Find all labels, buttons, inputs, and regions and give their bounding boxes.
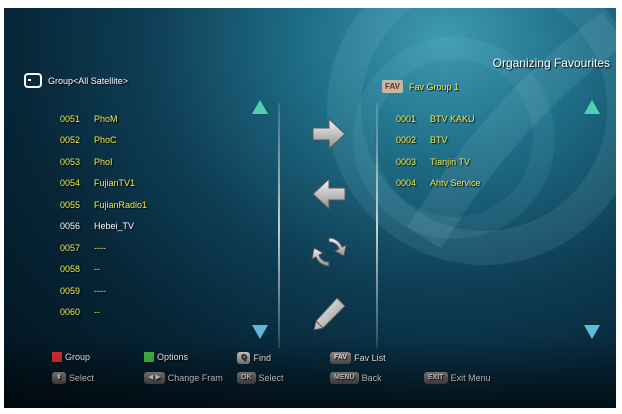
channel-number: 0001 — [396, 113, 417, 124]
arrow-left-icon[interactable] — [309, 174, 349, 214]
footer-exit: EXIT Exit Menu — [424, 372, 491, 384]
right-scroll-up-icon[interactable] — [584, 100, 600, 114]
fav-badge: FAV — [382, 80, 403, 93]
channel-number: 0053 — [60, 156, 81, 167]
channel-item[interactable]: 0058 -- — [60, 259, 147, 281]
tv-icon — [24, 73, 42, 88]
channel-item[interactable]: 0060 -- — [60, 302, 147, 324]
left-divider — [278, 103, 280, 348]
tv-screen: Organizing Favourites Group<All Satellit… — [4, 8, 616, 408]
channel-number: 0052 — [60, 135, 81, 146]
footer-change-frame: ◀ ▶ Change Fram — [144, 372, 223, 384]
channel-name: -- — [94, 264, 100, 275]
channel-name: BTV KAKU — [430, 113, 475, 124]
channel-name: PhoC — [94, 135, 117, 146]
page-title: Organizing Favourites — [492, 56, 610, 70]
footer-find-label: Find — [253, 353, 271, 363]
red-key-icon — [52, 352, 62, 362]
channel-number: 0060 — [60, 307, 81, 318]
footer-select: ⬍ Select — [52, 372, 94, 384]
footer-fav-label: Fav List — [354, 353, 386, 363]
right-divider — [376, 103, 378, 348]
channel-name: BTV — [430, 135, 448, 146]
channel-number: 0004 — [396, 178, 417, 189]
arrow-right-icon[interactable] — [309, 114, 349, 154]
channel-item-selected[interactable]: 0056 Hebei_TV — [60, 216, 147, 238]
menu-key-icon: MENU — [330, 372, 359, 384]
footer-group: Group — [52, 352, 90, 362]
channel-number: 0058 — [60, 264, 81, 275]
channel-number: 0054 — [60, 178, 81, 189]
footer-find: Q Find — [237, 352, 271, 364]
channel-number: 0055 — [60, 199, 81, 210]
left-scroll-up-icon[interactable] — [252, 100, 268, 114]
channel-name: ---- — [94, 285, 106, 296]
channel-item[interactable]: 0054 FujianTV1 — [60, 173, 147, 195]
channel-number: 0056 — [60, 221, 81, 232]
channel-number: 0059 — [60, 285, 81, 296]
right-scroll-down-icon[interactable] — [584, 325, 600, 339]
footer-back-label: Back — [361, 373, 382, 383]
exit-key-icon: EXIT — [424, 372, 448, 384]
left-scroll-down-icon[interactable] — [252, 325, 268, 339]
footer-ok-label: Select — [258, 373, 284, 383]
pencil-icon[interactable] — [309, 294, 349, 334]
footer-change-frame-label: Change Fram — [167, 373, 223, 383]
channel-number: 0002 — [396, 135, 417, 146]
leftright-key-icon: ◀ ▶ — [144, 372, 165, 384]
channel-name: -- — [94, 307, 100, 318]
channel-name: Ahtv Service — [430, 178, 481, 189]
channel-item[interactable]: 0053 PhoI — [60, 151, 147, 173]
green-key-icon — [144, 352, 154, 362]
channel-number: 0057 — [60, 242, 81, 253]
fav-group-header[interactable]: FAV Fav Group 1 — [382, 80, 459, 93]
channel-number: 0051 — [60, 113, 81, 124]
group-header[interactable]: Group<All Satellite> — [24, 73, 128, 88]
group-label: Group<All Satellite> — [48, 75, 129, 86]
fav-key-icon: FAV — [330, 352, 352, 364]
fav-group-label: Fav Group 1 — [408, 81, 459, 92]
channel-item[interactable]: 0059 ---- — [60, 280, 147, 302]
footer-options-label: Options — [157, 352, 189, 362]
footer-options: Options — [144, 352, 188, 362]
channel-name: PhoM — [94, 113, 118, 124]
footer-exit-label: Exit Menu — [450, 373, 491, 383]
footer-fav: FAV Fav List — [330, 352, 386, 364]
channel-item[interactable]: 0051 PhoM — [60, 108, 147, 130]
fav-channel-item[interactable]: 0003 Tianjin TV — [396, 151, 481, 173]
all-channels-list: 0051 PhoM 0052 PhoC 0053 PhoI 0054 FujianTV1… — [60, 108, 147, 323]
channel-name: Tianjin TV — [430, 156, 471, 167]
fav-channel-item[interactable]: 0001 BTV KAKU — [396, 108, 481, 130]
channel-name: PhoI — [94, 156, 113, 167]
fav-channel-item[interactable]: 0002 BTV — [396, 130, 481, 152]
footer-group-label: Group — [65, 352, 91, 362]
channel-item[interactable]: 0055 FujianRadio1 — [60, 194, 147, 216]
channel-name: Hebei_TV — [94, 221, 135, 232]
ok-key-icon: OK — [237, 372, 256, 384]
footer-ok: OK Select — [237, 372, 284, 384]
channel-item[interactable]: 0057 ---- — [60, 237, 147, 259]
footer-select-label: Select — [68, 373, 94, 383]
refresh-icon[interactable] — [309, 232, 349, 272]
footer-back: MENU Back — [330, 372, 382, 384]
fav-channels-list: 0001 BTV KAKU 0002 BTV 0003 Tianjin TV 0004… — [396, 108, 481, 194]
channel-item[interactable]: 0052 PhoC — [60, 130, 147, 152]
channel-name: ---- — [94, 242, 106, 253]
channel-name: FujianRadio1 — [94, 199, 148, 210]
find-key-icon: Q — [237, 352, 251, 364]
fav-channel-item[interactable]: 0004 Ahtv Service — [396, 173, 481, 195]
updown-key-icon: ⬍ — [52, 372, 66, 384]
channel-name: FujianTV1 — [94, 178, 136, 189]
channel-number: 0003 — [396, 156, 417, 167]
